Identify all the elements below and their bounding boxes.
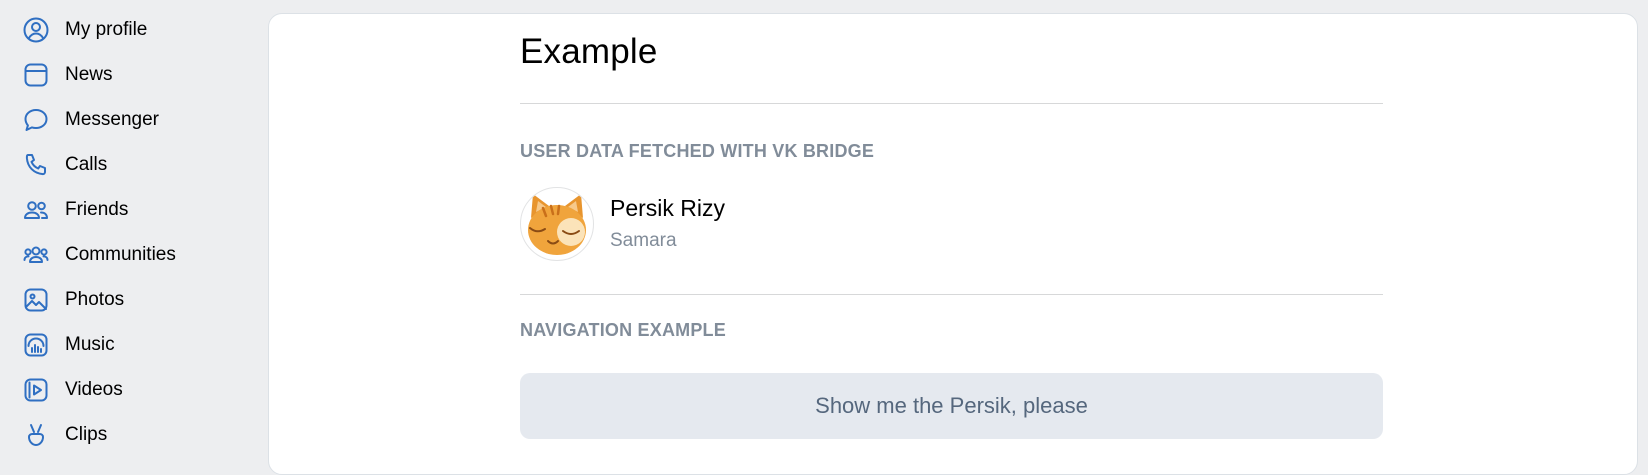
sidebar-item-label: My profile (65, 19, 148, 40)
user-name: Persik Rizy (610, 195, 726, 221)
user-circle-icon (22, 16, 50, 44)
sidebar-item-my-profile[interactable]: My profile (22, 10, 147, 50)
message-bubble-icon (22, 106, 50, 134)
music-icon (22, 331, 50, 359)
user-city: Samara (610, 230, 677, 251)
sidebar-item-friends[interactable]: Friends (22, 190, 128, 230)
sidebar-item-calls[interactable]: Calls (22, 145, 107, 185)
clips-hand-icon (22, 421, 50, 449)
sidebar-item-photos[interactable]: Photos (22, 280, 124, 320)
sidebar-item-news[interactable]: News (22, 55, 113, 95)
sidebar-item-label: News (65, 64, 113, 85)
sidebar-item-label: Clips (65, 424, 108, 445)
sidebar: My profile News Messenger Calls Friends … (0, 0, 260, 454)
sidebar-item-label: Music (65, 334, 115, 355)
picture-icon (22, 286, 50, 314)
newsfeed-icon (22, 61, 50, 89)
sidebar-item-label: Messenger (65, 109, 159, 130)
sidebar-item-label: Communities (65, 244, 176, 265)
divider (520, 294, 1383, 295)
sidebar-item-messenger[interactable]: Messenger (22, 100, 159, 140)
avatar (520, 187, 594, 261)
show-persik-button[interactable]: Show me the Persik, please (520, 373, 1383, 439)
sidebar-item-label: Calls (65, 154, 108, 175)
sidebar-item-music[interactable]: Music (22, 325, 115, 365)
section-header-navigation: NAVIGATION EXAMPLE (520, 320, 726, 340)
section-header-user-data: USER DATA FETCHED WITH VK BRIDGE (520, 141, 875, 161)
page-title: Example (520, 32, 658, 71)
sidebar-item-label: Videos (65, 379, 123, 400)
sidebar-item-label: Friends (65, 199, 129, 220)
sidebar-item-communities[interactable]: Communities (22, 235, 176, 275)
users-three-icon (22, 241, 50, 269)
phone-icon (22, 151, 50, 179)
divider (520, 103, 1383, 104)
sidebar-item-clips[interactable]: Clips (22, 415, 107, 455)
video-icon (22, 376, 50, 404)
users-icon (22, 196, 50, 224)
sidebar-item-videos[interactable]: Videos (22, 370, 123, 410)
sidebar-item-label: Photos (65, 289, 125, 310)
persik-cat-avatar (528, 194, 586, 255)
